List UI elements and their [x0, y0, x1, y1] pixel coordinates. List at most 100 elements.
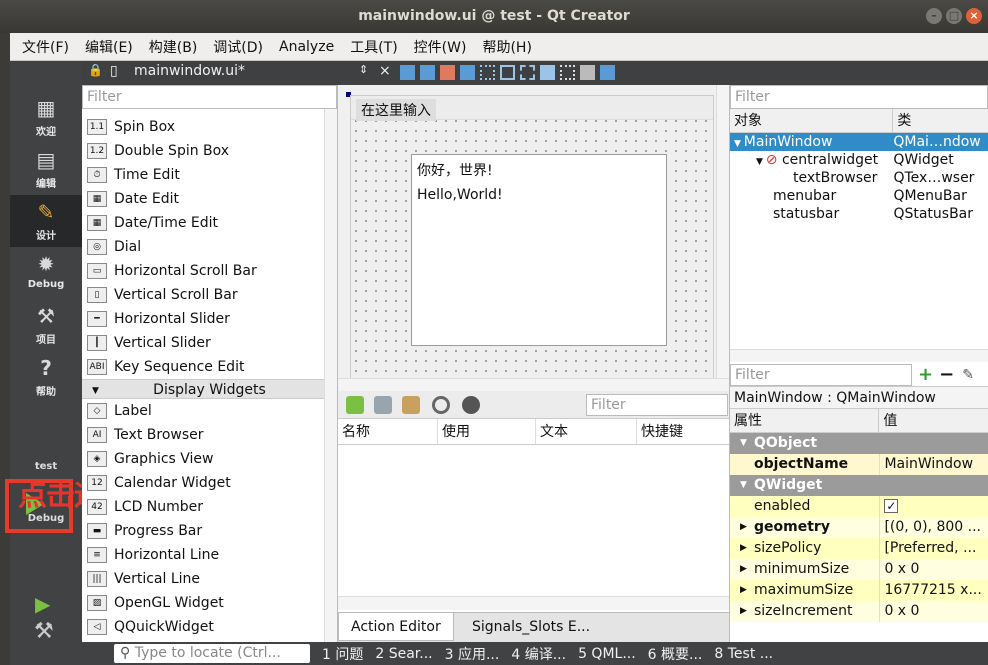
output-pane-qml[interactable]: 5 QML... [578, 646, 636, 662]
tool-icon[interactable] [440, 65, 455, 80]
widget-box-scrollbar[interactable] [324, 109, 337, 642]
widget-item[interactable]: ⏱ Time Edit [82, 163, 337, 187]
menu-build[interactable]: 构建(B) [141, 37, 206, 57]
widget-item[interactable]: ▭ Horizontal Scroll Bar [82, 259, 337, 283]
widget-item[interactable]: AI Text Browser [82, 423, 337, 447]
menu-debug[interactable]: 调试(D) [205, 37, 271, 57]
property-value[interactable]: [(0, 0), 800 ... [879, 517, 988, 538]
widget-item[interactable]: ━ Horizontal Slider [82, 307, 337, 331]
output-pane-general[interactable]: 6 概要... [648, 644, 703, 664]
menu-help[interactable]: 帮助(H) [474, 37, 539, 57]
mode-debug[interactable]: ✹ Debug [10, 247, 82, 299]
property-value[interactable]: [Preferred, ... [879, 538, 988, 559]
column-object[interactable]: 对象 [730, 109, 894, 132]
mode-welcome[interactable]: ▦ 欢迎 [10, 91, 82, 143]
copy-icon[interactable] [374, 396, 392, 414]
tab-action-editor[interactable]: Action Editor [338, 613, 454, 641]
delete-icon[interactable] [432, 396, 450, 414]
close-icon[interactable]: × [966, 8, 982, 24]
settings-gear-icon[interactable] [462, 396, 480, 414]
menu-controls[interactable]: 控件(W) [406, 37, 475, 57]
menu-tools[interactable]: 工具(T) [342, 37, 405, 57]
property-row[interactable]: ▶ geometry [(0, 0), 800 ... [730, 517, 988, 538]
action-filter-input[interactable]: Filter [586, 394, 728, 416]
property-row[interactable]: ▶ minimumSize 0 x 0 [730, 559, 988, 580]
widget-item[interactable]: ◎ Dial [82, 235, 337, 259]
widget-item[interactable]: ▨ OpenGL Widget [82, 591, 337, 615]
object-hscrollbar[interactable] [730, 349, 988, 362]
debug-run-icon[interactable]: ▶ [35, 592, 50, 616]
category-header[interactable]: ▼ Display Widgets [82, 379, 337, 399]
mode-projects[interactable]: ⚒ 项目 [10, 299, 82, 351]
object-row[interactable]: statusbar QStatusBar [730, 205, 988, 223]
tool-icon[interactable] [560, 65, 575, 80]
object-row[interactable]: ▼ ⊘ centralwidget QWidget [730, 151, 988, 169]
object-row[interactable]: ▼ MainWindow QMai…ndow [730, 133, 988, 151]
widget-item[interactable]: 42 LCD Number [82, 495, 337, 519]
property-value[interactable]: 0 x 0 [879, 601, 988, 622]
widget-item[interactable]: ▯ Vertical Scroll Bar [82, 283, 337, 307]
property-group[interactable]: ▼ QWidget [730, 475, 988, 496]
configure-icon[interactable]: ✎ [962, 367, 974, 383]
column-shortcut[interactable]: 快捷键 [637, 419, 729, 444]
tool-icon[interactable] [540, 65, 555, 80]
action-hscrollbar[interactable] [338, 596, 729, 610]
column-text[interactable]: 文本 [536, 419, 637, 444]
mode-design[interactable]: ✎ 设计 [10, 195, 82, 247]
widget-item[interactable]: ▦ Date/Time Edit [82, 211, 337, 235]
object-row[interactable]: textBrowser QTex…wser [730, 169, 988, 187]
widget-item[interactable]: ||| Vertical Line [82, 567, 337, 591]
property-row[interactable]: ▶ sizePolicy [Preferred, ... [730, 538, 988, 559]
column-name[interactable]: 名称 [338, 419, 438, 444]
tool-icon[interactable] [400, 65, 415, 80]
paste-icon[interactable] [402, 396, 420, 414]
widget-item[interactable]: 1.2 Double Spin Box [82, 139, 337, 163]
maximize-icon[interactable]: □ [946, 8, 962, 24]
tool-icon[interactable] [420, 65, 435, 80]
output-pane-test[interactable]: 8 Test ... [714, 646, 773, 662]
object-filter-input[interactable]: Filter [730, 85, 988, 109]
tool-icon[interactable] [500, 65, 515, 80]
document-switch-icon[interactable]: ⇕ [359, 63, 368, 76]
tab-signals-slots[interactable]: Signals_Slots E... [460, 613, 602, 641]
output-pane-compile[interactable]: 4 编译... [511, 644, 566, 664]
widget-item[interactable]: 12 Calendar Widget [82, 471, 337, 495]
mode-edit[interactable]: ▤ 编辑 [10, 143, 82, 195]
tool-icon[interactable] [600, 65, 615, 80]
tool-icon[interactable] [460, 65, 475, 80]
widget-item[interactable]: ◁ QQuickWidget [82, 615, 337, 639]
property-value[interactable]: MainWindow [879, 454, 988, 475]
menu-analyze[interactable]: Analyze [271, 39, 342, 55]
menu-file[interactable]: 文件(F) [14, 37, 77, 57]
main-window-form[interactable]: 在这里输入 你好，世界! Hello,World! [350, 95, 714, 381]
tool-icon[interactable] [580, 65, 595, 80]
column-used[interactable]: 使用 [438, 419, 536, 444]
new-action-icon[interactable] [346, 396, 364, 414]
build-hammer-icon[interactable]: ⚒ [34, 619, 54, 644]
widget-item[interactable]: ◇ Label [82, 399, 337, 423]
tool-icon[interactable] [520, 65, 535, 80]
canvas-hscrollbar[interactable] [338, 378, 729, 391]
column-property[interactable]: 属性 [730, 409, 880, 432]
property-value[interactable]: 0 x 0 [879, 559, 988, 580]
widget-filter-input[interactable]: Filter [82, 85, 337, 109]
widget-item[interactable]: 1.1 Spin Box [82, 115, 337, 139]
menu-edit[interactable]: 编辑(E) [77, 37, 141, 57]
canvas-vscrollbar[interactable] [716, 85, 729, 378]
document-filename[interactable]: mainwindow.ui* [134, 63, 245, 79]
column-class[interactable]: 类 [893, 109, 988, 132]
output-pane-app[interactable]: 3 应用... [445, 644, 500, 664]
locator-input[interactable]: ⚲ Type to locate (Ctrl... [114, 644, 310, 663]
add-property-icon[interactable]: + [918, 364, 933, 385]
property-value[interactable]: 16777215 x... [879, 580, 988, 601]
type-here-placeholder[interactable]: 在这里输入 [356, 99, 436, 121]
column-value[interactable]: 值 [879, 409, 988, 432]
property-row[interactable]: enabled ✓ [730, 496, 988, 517]
close-document-icon[interactable]: × [379, 63, 391, 79]
widget-item[interactable]: ◈ Graphics View [82, 447, 337, 471]
object-row[interactable]: menubar QMenuBar [730, 187, 988, 205]
property-row[interactable]: objectName MainWindow [730, 454, 988, 475]
minimize-icon[interactable]: – [926, 8, 942, 24]
property-row[interactable]: ▶ maximumSize 16777215 x... [730, 580, 988, 601]
output-pane-search[interactable]: 2 Sear... [375, 646, 432, 662]
